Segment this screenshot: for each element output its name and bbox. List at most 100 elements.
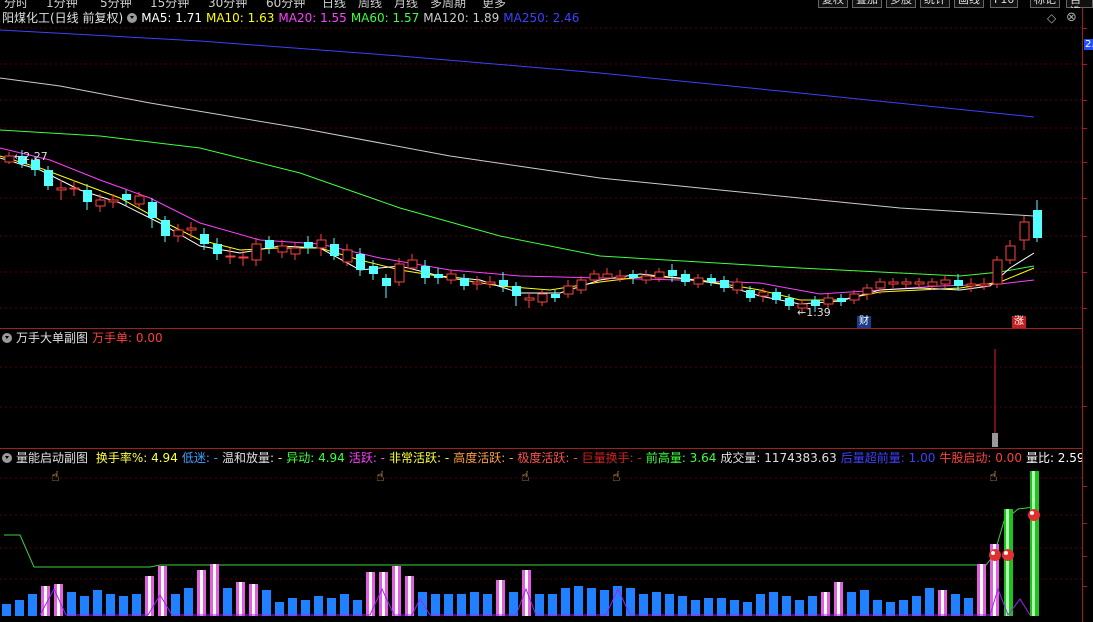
volume-bar bbox=[782, 596, 791, 616]
tab-30min[interactable]: 30分钟 bbox=[208, 0, 247, 8]
candlestick bbox=[56, 180, 67, 200]
candlestick bbox=[251, 238, 262, 266]
limit-up-badge[interactable]: 涨 bbox=[1012, 316, 1026, 328]
volume-bar bbox=[288, 598, 297, 616]
volume-bar bbox=[912, 596, 921, 616]
candlestick bbox=[551, 290, 560, 302]
hand-pointer-icon: ☝ bbox=[612, 469, 621, 485]
hand-pointer-icon: ☝ bbox=[51, 469, 60, 485]
volume-bar bbox=[262, 590, 271, 616]
multi-stock-button[interactable]: 多股 bbox=[886, 0, 916, 8]
volume-bar bbox=[314, 596, 323, 616]
volume-bar bbox=[327, 598, 336, 616]
price-axis: 2. bbox=[1082, 8, 1093, 622]
candlestick bbox=[512, 282, 521, 306]
candlestick bbox=[277, 240, 288, 258]
volume-start-panel[interactable]: 量能启动副图 换手率%: 4.94 低迷: - 温和放量: - 异动: 4.94 活跃:… bbox=[0, 449, 1082, 622]
f10-button[interactable]: F10 bbox=[990, 0, 1019, 8]
watchlist-button[interactable]: 自选 bbox=[1066, 0, 1093, 8]
statistics-button[interactable]: 统计 bbox=[920, 0, 950, 8]
kline-panel[interactable]: 阳煤化工(日线 前复权) MA5: 1.71 MA10: 1.63 MA20: 1.5… bbox=[0, 8, 1082, 328]
volume-bar bbox=[860, 590, 869, 616]
candlestick bbox=[134, 192, 145, 208]
big-order-panel[interactable]: 万手大单副图 万手单: 0.00 bbox=[0, 329, 1082, 448]
hand-pointer-icon: ☝ bbox=[521, 469, 530, 485]
candlestick bbox=[693, 274, 704, 288]
volume-bar bbox=[275, 602, 284, 616]
candlestick bbox=[979, 278, 990, 290]
volume-bar bbox=[301, 600, 310, 616]
volume-bar bbox=[639, 594, 648, 616]
big-order-chart bbox=[0, 349, 1082, 447]
signal-ball-icon bbox=[989, 549, 1001, 561]
grid bbox=[0, 27, 1082, 309]
volume-bar bbox=[652, 592, 661, 616]
candlestick bbox=[837, 294, 846, 306]
candlestick bbox=[888, 278, 899, 288]
candlestick bbox=[83, 184, 92, 210]
volume-chart bbox=[0, 471, 1082, 617]
tab-multi-period[interactable]: 多周期 bbox=[430, 0, 466, 8]
volume-bar bbox=[847, 592, 856, 616]
tab-60min[interactable]: 60分钟 bbox=[266, 0, 305, 8]
low-price-label: ←1.39 bbox=[797, 306, 831, 319]
ma10-line bbox=[0, 155, 1035, 301]
candlestick bbox=[732, 278, 743, 294]
signal-ball-icon bbox=[1002, 549, 1014, 561]
volume-bar bbox=[470, 592, 479, 616]
candlestick bbox=[772, 288, 781, 304]
candlestick bbox=[537, 290, 548, 306]
draw-line-button[interactable]: 画线 bbox=[954, 0, 984, 8]
volume-bar bbox=[795, 600, 804, 616]
candlestick bbox=[681, 270, 690, 286]
candlestick bbox=[434, 268, 443, 284]
candlestick bbox=[862, 284, 873, 300]
volume-bar bbox=[444, 594, 453, 616]
overlay-button[interactable]: 叠加 bbox=[852, 0, 882, 8]
candlestick bbox=[576, 276, 587, 294]
candlestick bbox=[1005, 240, 1016, 264]
candlestick bbox=[304, 236, 313, 254]
volume-bar bbox=[483, 594, 492, 616]
tab-5min[interactable]: 5分钟 bbox=[100, 0, 132, 8]
volume-bar bbox=[730, 600, 739, 616]
candlestick bbox=[602, 268, 613, 282]
volume-bar bbox=[93, 590, 102, 616]
volume-bar bbox=[119, 596, 128, 616]
tab-monthly[interactable]: 月线 bbox=[394, 0, 418, 8]
volume-bar bbox=[28, 594, 37, 616]
tab-weekly[interactable]: 周线 bbox=[358, 0, 382, 8]
volume-bar bbox=[873, 600, 882, 616]
volume-bar bbox=[691, 600, 700, 616]
tab-fenshi[interactable]: 分时 bbox=[4, 0, 28, 8]
candlestick bbox=[641, 270, 652, 284]
candlestick bbox=[330, 238, 339, 260]
volume-bar bbox=[899, 600, 908, 616]
candlestick bbox=[186, 222, 197, 238]
candlestick bbox=[485, 276, 496, 288]
mark-button[interactable]: 标记 bbox=[1030, 0, 1060, 8]
tab-1min[interactable]: 1分钟 bbox=[46, 0, 78, 8]
volume-bar bbox=[457, 594, 466, 616]
candlestick bbox=[446, 270, 457, 284]
tab-daily[interactable]: 日线 bbox=[322, 0, 346, 8]
volume-bar bbox=[340, 594, 349, 616]
candlestick bbox=[720, 276, 729, 292]
kline-chart bbox=[0, 27, 1082, 314]
candlestick bbox=[901, 278, 912, 288]
restore-rights-button[interactable]: 复权 bbox=[818, 0, 848, 8]
volume-bar bbox=[431, 594, 440, 616]
finance-badge[interactable]: 财 bbox=[857, 316, 871, 328]
volume-bar bbox=[223, 588, 232, 616]
volume-bar bbox=[886, 602, 895, 616]
candlestick bbox=[4, 152, 15, 164]
volume-bar bbox=[418, 592, 427, 616]
tab-15min[interactable]: 15分钟 bbox=[150, 0, 189, 8]
candlestick bbox=[1033, 200, 1042, 242]
volume-bars bbox=[2, 544, 999, 616]
candlestick bbox=[746, 286, 755, 302]
candlestick bbox=[407, 254, 418, 270]
volume-bar bbox=[808, 596, 817, 616]
volume-bar bbox=[80, 596, 89, 616]
tab-more[interactable]: 更多 bbox=[482, 0, 506, 8]
